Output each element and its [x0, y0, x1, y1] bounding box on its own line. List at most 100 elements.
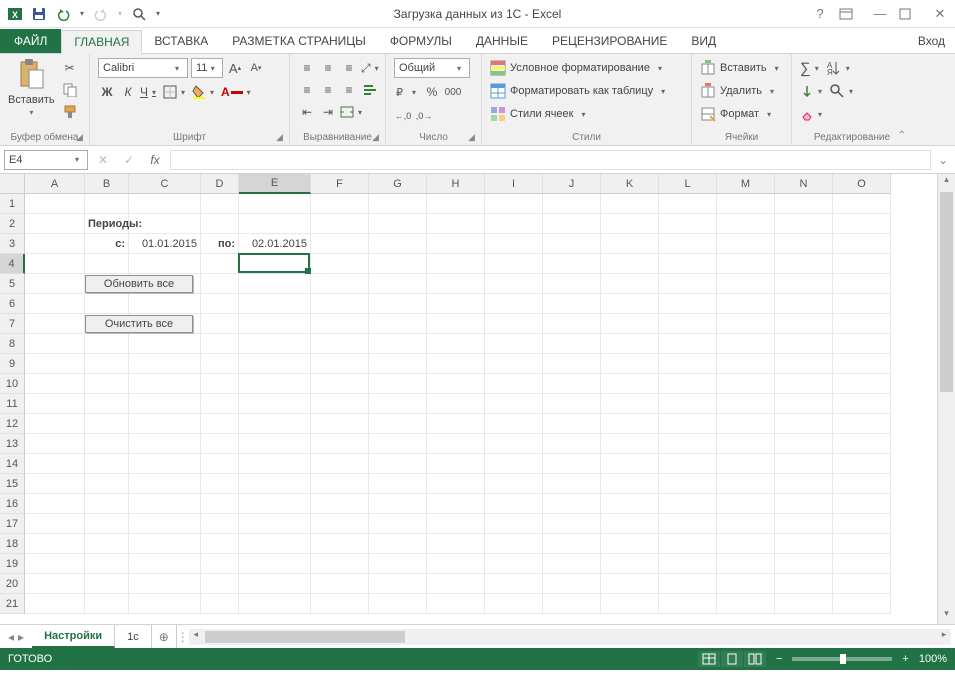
- cell[interactable]: [25, 394, 85, 414]
- column-header[interactable]: M: [717, 174, 775, 194]
- cell[interactable]: [543, 274, 601, 294]
- cell[interactable]: [311, 494, 369, 514]
- align-left-icon[interactable]: ≡: [298, 80, 316, 100]
- scroll-up-icon[interactable]: ▴: [938, 174, 955, 190]
- cell[interactable]: с:: [85, 234, 129, 254]
- cell[interactable]: [85, 294, 129, 314]
- column-header[interactable]: H: [427, 174, 485, 194]
- row-header[interactable]: 1: [0, 194, 25, 214]
- fx-icon[interactable]: fx: [144, 150, 166, 170]
- cell[interactable]: [129, 414, 201, 434]
- cell[interactable]: [427, 434, 485, 454]
- cell[interactable]: [311, 554, 369, 574]
- cell[interactable]: [485, 434, 543, 454]
- cell[interactable]: [833, 414, 891, 434]
- align-right-icon[interactable]: ≡: [340, 80, 358, 100]
- cell[interactable]: [717, 194, 775, 214]
- cell[interactable]: [85, 554, 129, 574]
- cell[interactable]: [833, 374, 891, 394]
- cell[interactable]: [129, 534, 201, 554]
- zoom-thumb[interactable]: [840, 654, 846, 664]
- cell[interactable]: [201, 514, 239, 534]
- cell[interactable]: [543, 194, 601, 214]
- cell[interactable]: [659, 534, 717, 554]
- conditional-formatting-button[interactable]: Условное форматирование▾: [490, 58, 666, 78]
- cell[interactable]: [601, 334, 659, 354]
- cell[interactable]: [129, 254, 201, 274]
- cell[interactable]: [543, 594, 601, 614]
- cell[interactable]: [659, 254, 717, 274]
- row-header[interactable]: 4: [0, 254, 25, 274]
- enter-formula-icon[interactable]: ✓: [118, 150, 140, 170]
- cell[interactable]: [775, 294, 833, 314]
- cell[interactable]: [427, 394, 485, 414]
- tab-split-handle[interactable]: ⋮: [177, 630, 185, 644]
- cell[interactable]: [485, 374, 543, 394]
- cell[interactable]: [85, 194, 129, 214]
- orientation-icon[interactable]: ⤢▾: [361, 58, 383, 78]
- cell[interactable]: [833, 474, 891, 494]
- cell[interactable]: [427, 514, 485, 534]
- cell[interactable]: [239, 374, 311, 394]
- align-center-icon[interactable]: ≡: [319, 80, 337, 100]
- cell[interactable]: [85, 514, 129, 534]
- cell[interactable]: [601, 454, 659, 474]
- decrease-decimal-icon[interactable]: ,0→: [415, 106, 433, 126]
- column-header[interactable]: F: [311, 174, 369, 194]
- cell[interactable]: [833, 514, 891, 534]
- cell[interactable]: [201, 434, 239, 454]
- cell[interactable]: [659, 574, 717, 594]
- cell[interactable]: [485, 554, 543, 574]
- number-format-combo[interactable]: Общий▾: [394, 58, 470, 78]
- cell[interactable]: [25, 534, 85, 554]
- cells-area[interactable]: Периоды:с:01.01.2015по:02.01.2015 Обнови…: [25, 194, 937, 614]
- cell[interactable]: [201, 594, 239, 614]
- tab-view[interactable]: ВИД: [679, 29, 728, 53]
- cell[interactable]: [659, 194, 717, 214]
- cell[interactable]: [833, 434, 891, 454]
- row-header[interactable]: 13: [0, 434, 25, 454]
- cell[interactable]: [427, 314, 485, 334]
- help-icon[interactable]: ?: [809, 6, 831, 21]
- cell[interactable]: [201, 454, 239, 474]
- cell[interactable]: [239, 534, 311, 554]
- cell[interactable]: [129, 214, 201, 234]
- tab-next-icon[interactable]: ▸: [18, 630, 24, 644]
- cell[interactable]: [25, 194, 85, 214]
- cell[interactable]: [775, 514, 833, 534]
- font-name-combo[interactable]: Calibri▾: [98, 58, 188, 78]
- find-select-icon[interactable]: ▾: [829, 81, 857, 101]
- cell[interactable]: [717, 394, 775, 414]
- cell[interactable]: [239, 354, 311, 374]
- cell[interactable]: [369, 294, 427, 314]
- cell[interactable]: [25, 214, 85, 234]
- cell[interactable]: [717, 574, 775, 594]
- cell[interactable]: [775, 394, 833, 414]
- cell[interactable]: [659, 234, 717, 254]
- insert-cells-button[interactable]: Вставить▾: [700, 58, 783, 78]
- cell[interactable]: [311, 414, 369, 434]
- formula-input[interactable]: [170, 150, 931, 170]
- scroll-left-icon[interactable]: ◂: [189, 629, 203, 640]
- cell[interactable]: [369, 434, 427, 454]
- percent-icon[interactable]: %: [423, 82, 441, 102]
- cell[interactable]: [25, 494, 85, 514]
- cell[interactable]: [427, 334, 485, 354]
- cell[interactable]: [311, 254, 369, 274]
- cell[interactable]: [833, 274, 891, 294]
- cell[interactable]: [427, 214, 485, 234]
- cell[interactable]: [85, 474, 129, 494]
- cell[interactable]: [129, 394, 201, 414]
- cell[interactable]: [717, 314, 775, 334]
- cell[interactable]: [239, 394, 311, 414]
- cell[interactable]: [311, 594, 369, 614]
- cell[interactable]: [369, 494, 427, 514]
- cell[interactable]: [201, 294, 239, 314]
- row-header[interactable]: 15: [0, 474, 25, 494]
- cell[interactable]: [239, 194, 311, 214]
- cell[interactable]: [369, 194, 427, 214]
- tab-review[interactable]: РЕЦЕНЗИРОВАНИЕ: [540, 29, 679, 53]
- cell[interactable]: [129, 554, 201, 574]
- cell[interactable]: [311, 534, 369, 554]
- cell[interactable]: [25, 254, 85, 274]
